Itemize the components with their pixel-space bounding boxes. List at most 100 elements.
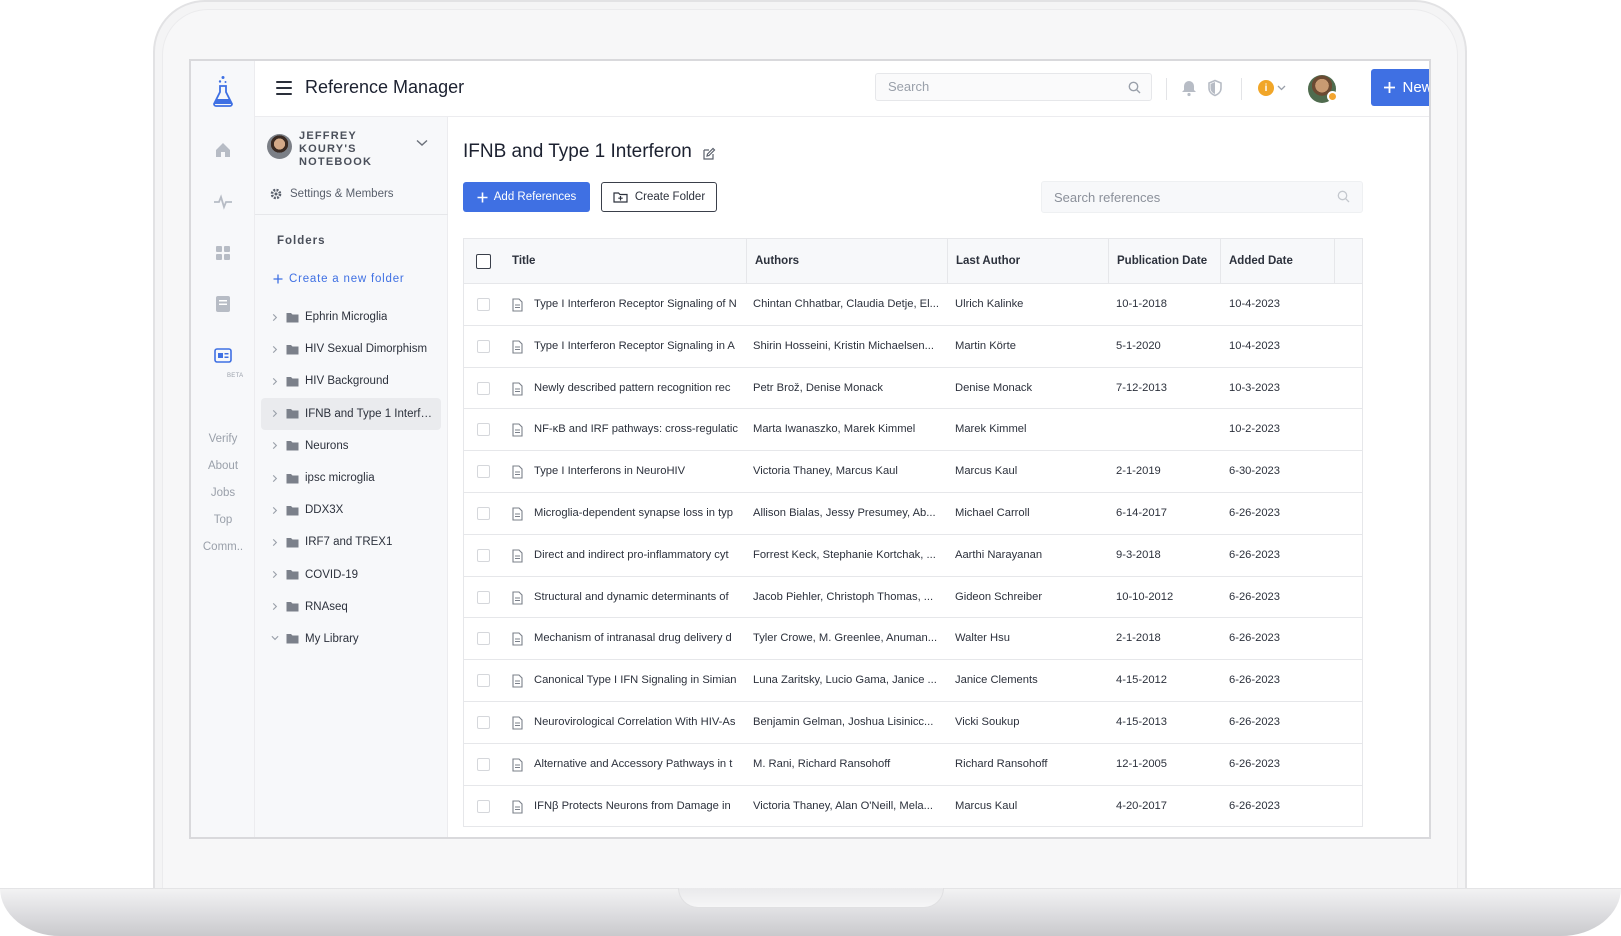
column-header-added-date[interactable]: Added Date [1220, 239, 1334, 284]
row-checkbox[interactable] [477, 715, 490, 729]
row-checkbox[interactable] [477, 465, 490, 479]
home-icon[interactable] [212, 139, 234, 161]
column-header-authors[interactable]: Authors [746, 239, 947, 284]
reference-title[interactable]: Mechanism of intranasal drug delivery d [534, 618, 739, 660]
add-references-button[interactable]: Add References [463, 182, 590, 212]
table-row[interactable]: Type I Interferons in NeuroHIV Victoria T… [464, 451, 1362, 493]
grid-icon[interactable] [212, 242, 234, 264]
table-row[interactable]: Neurovirological Correlation With HIV-As… [464, 702, 1362, 744]
chevron-down-icon[interactable] [271, 634, 279, 643]
rail-link-community[interactable]: Comm.. [191, 534, 255, 561]
notebook-panel: JEFFREY KOURY'S NOTEBOOK Settings & Memb… [255, 117, 448, 837]
create-folder-link[interactable]: Create a new folder [273, 273, 405, 285]
row-checkbox[interactable] [477, 381, 490, 395]
folder-item[interactable]: HIV Background [261, 365, 441, 397]
create-folder-button[interactable]: Create Folder [601, 182, 717, 212]
folder-item[interactable]: ipsc microglia [261, 462, 441, 494]
table-row[interactable]: Type I Interferon Receptor Signaling in … [464, 326, 1362, 368]
reference-publication-date [1116, 409, 1221, 451]
folder-item[interactable]: Ephrin Microglia [261, 301, 441, 333]
reference-title[interactable]: Newly described pattern recognition rec [534, 368, 739, 410]
chevron-right-icon[interactable] [271, 345, 279, 354]
activity-icon[interactable] [212, 191, 234, 213]
folder-item[interactable]: DDX3X [261, 494, 441, 526]
table-row[interactable]: NF-κB and IRF pathways: cross-regulatic M… [464, 409, 1362, 452]
reference-title[interactable]: Type I Interferon Receptor Signaling in … [534, 326, 739, 368]
row-checkbox[interactable] [477, 506, 490, 520]
reference-title[interactable]: Alternative and Accessory Pathways in t [534, 744, 739, 786]
rail-link-about[interactable]: About [191, 453, 255, 480]
folder-label: ipsc microglia [305, 472, 375, 485]
flask-logo-icon[interactable] [211, 75, 235, 107]
folder-item[interactable]: RNAseq [261, 591, 441, 623]
chevron-right-icon[interactable] [271, 377, 279, 386]
chevron-down-icon[interactable] [1277, 85, 1286, 91]
reference-title[interactable]: Type I Interferons in NeuroHIV [534, 451, 739, 493]
reference-manager-icon[interactable] [212, 345, 234, 367]
new-button[interactable]: New [1371, 69, 1429, 106]
table-row[interactable]: Microglia-dependent synapse loss in typ A… [464, 493, 1362, 535]
rail-link-verify[interactable]: Verify [191, 426, 255, 453]
chevron-right-icon[interactable] [271, 409, 279, 418]
column-header-last-author[interactable]: Last Author [947, 239, 1108, 284]
reference-title[interactable]: Neurovirological Correlation With HIV-As [534, 702, 739, 744]
folder-item[interactable]: Neurons [261, 430, 441, 462]
rail-link-top[interactable]: Top [191, 507, 255, 534]
chevron-down-icon[interactable] [416, 139, 428, 147]
reference-publication-date: 6-14-2017 [1116, 506, 1168, 519]
folder-item[interactable]: COVID-19 [261, 559, 441, 591]
folder-item[interactable]: IRF7 and TREX1 [261, 526, 441, 558]
shield-icon[interactable] [1206, 79, 1224, 97]
folder-item[interactable]: HIV Sexual Dimorphism [261, 333, 441, 365]
chevron-right-icon[interactable] [271, 313, 279, 322]
row-checkbox[interactable] [477, 298, 490, 311]
bell-icon[interactable] [1180, 79, 1198, 97]
table-row[interactable]: Type I Interferon Receptor Signaling of … [464, 284, 1362, 326]
reference-title[interactable]: Structural and dynamic determinants of [534, 577, 739, 619]
notebook-name[interactable]: JEFFREY KOURY'S NOTEBOOK [299, 130, 409, 169]
search-icon[interactable] [1128, 81, 1141, 94]
row-checkbox[interactable] [477, 632, 490, 646]
row-checkbox[interactable] [477, 757, 490, 771]
table-row[interactable]: Mechanism of intranasal drug delivery d T… [464, 618, 1362, 661]
select-all-checkbox[interactable] [476, 254, 491, 269]
row-checkbox[interactable] [477, 339, 490, 353]
chevron-right-icon[interactable] [271, 602, 279, 611]
settings-members-link[interactable]: Settings & Members [270, 188, 394, 200]
row-checkbox[interactable] [477, 799, 490, 813]
menu-icon[interactable] [276, 81, 292, 95]
table-row[interactable]: Alternative and Accessory Pathways in t M… [464, 744, 1362, 786]
edit-icon[interactable] [702, 147, 716, 161]
rail-link-jobs[interactable]: Jobs [191, 480, 255, 507]
table-row[interactable]: Structural and dynamic determinants of Ja… [464, 577, 1362, 619]
row-checkbox[interactable] [477, 674, 490, 688]
reference-title[interactable]: Direct and indirect pro-inflammatory cyt [534, 535, 739, 577]
chevron-right-icon[interactable] [271, 506, 279, 515]
reference-title[interactable]: Microglia-dependent synapse loss in typ [534, 493, 739, 535]
folder-item[interactable]: My Library [261, 623, 441, 655]
table-row[interactable]: IFNβ Protects Neurons from Damage in Vict… [464, 786, 1362, 828]
column-header-publication-date[interactable]: Publication Date [1108, 239, 1220, 284]
chevron-right-icon[interactable] [271, 570, 279, 579]
row-checkbox[interactable] [477, 548, 490, 562]
chevron-right-icon[interactable] [271, 538, 279, 547]
row-checkbox[interactable] [477, 423, 490, 437]
table-row[interactable]: Canonical Type I IFN Signaling in Simian… [464, 660, 1362, 702]
reference-title[interactable]: Canonical Type I IFN Signaling in Simian [534, 660, 739, 702]
search-input[interactable] [888, 79, 1118, 94]
folder-item[interactable]: IFNB and Type 1 Interfe... [261, 397, 441, 430]
reference-title[interactable]: Type I Interferon Receptor Signaling of … [534, 284, 739, 326]
column-header-title[interactable]: Title [504, 239, 535, 284]
notebook-icon[interactable] [212, 293, 234, 315]
reference-search-input[interactable] [1054, 190, 1324, 205]
row-checkbox[interactable] [477, 590, 490, 604]
table-row[interactable]: Direct and indirect pro-inflammatory cyt… [464, 535, 1362, 577]
column-header-actions [1334, 239, 1364, 284]
search-icon[interactable] [1337, 190, 1350, 203]
reference-title[interactable]: NF-κB and IRF pathways: cross-regulatic [534, 409, 739, 451]
table-row[interactable]: Newly described pattern recognition rec P… [464, 368, 1362, 410]
reference-title[interactable]: IFNβ Protects Neurons from Damage in [534, 786, 739, 828]
chevron-right-icon[interactable] [271, 474, 279, 483]
reputation-coin-icon[interactable]: i [1258, 80, 1274, 96]
chevron-right-icon[interactable] [271, 441, 279, 450]
